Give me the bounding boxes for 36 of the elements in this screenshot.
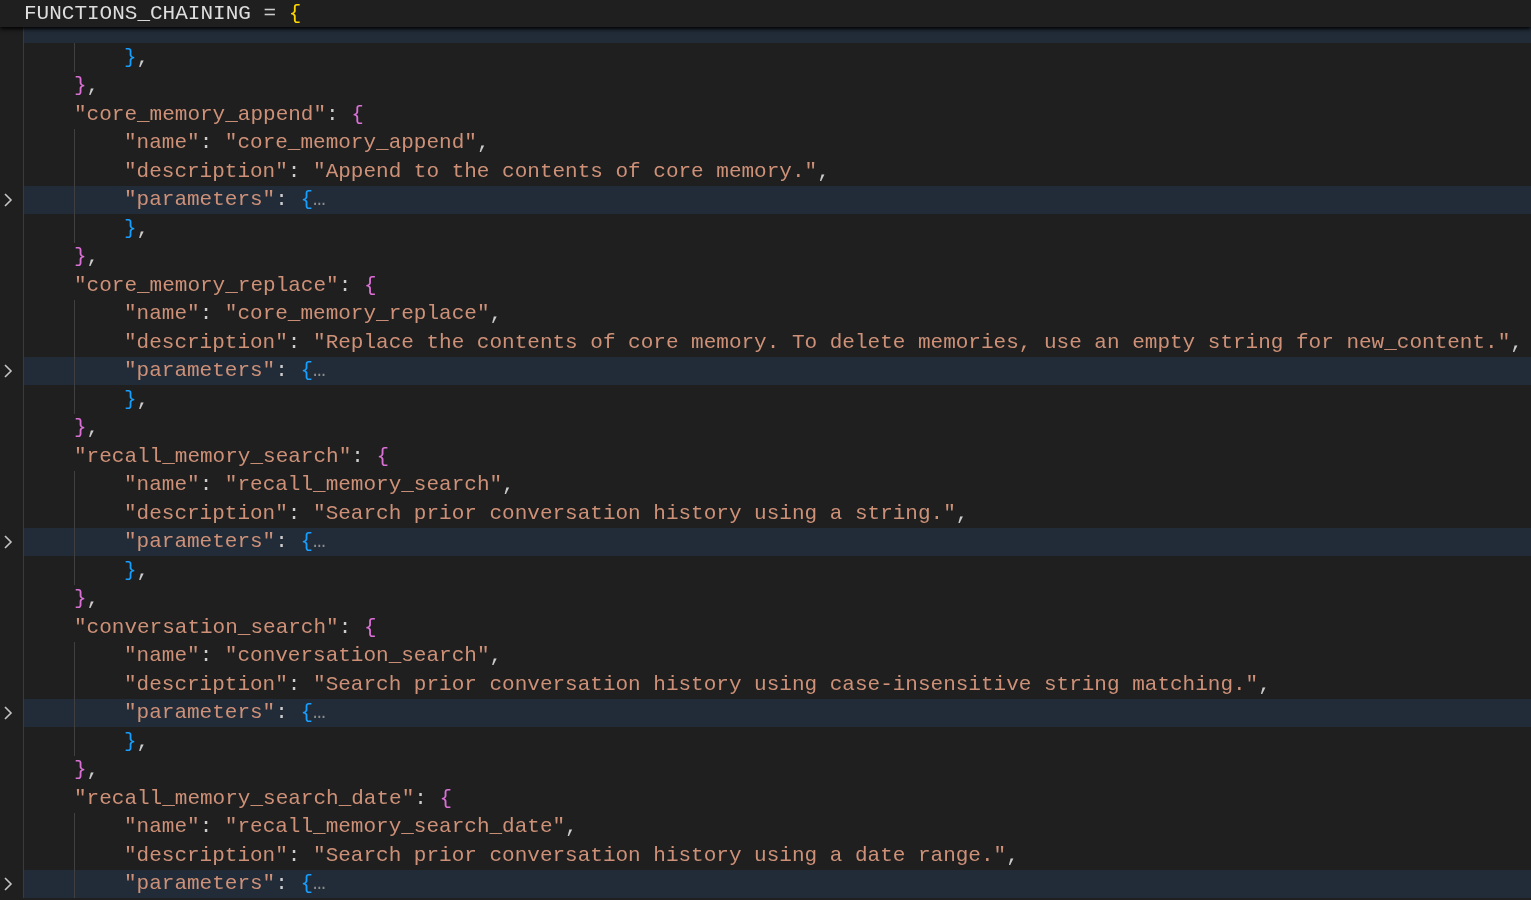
code-line: "description": "Search prior conversation history using a string.", xyxy=(124,500,969,526)
code-line: "description": "Replace the contents of core memory. To delete memories, use an empty string for new_content.", xyxy=(124,329,1523,355)
code-line: }, xyxy=(124,44,150,70)
code-line: "name": "conversation_search", xyxy=(124,643,503,669)
code-line: }, xyxy=(124,557,150,583)
code-line: "core_memory_append": { xyxy=(74,101,364,127)
code-line: "name": "recall_memory_search_date", xyxy=(124,814,578,840)
code-line: "name": "recall_memory_search", xyxy=(124,472,515,498)
code-line: }, xyxy=(74,586,100,612)
code-line: }, xyxy=(74,415,100,441)
fold-chevron-icon[interactable] xyxy=(2,703,14,722)
sticky-code-line: FUNCTIONS_CHAINING = { xyxy=(24,0,302,27)
code-line: }, xyxy=(74,244,100,270)
fold-chevron-icon[interactable] xyxy=(2,190,14,209)
code-line: "description": "Append to the contents of core memory.", xyxy=(124,158,830,184)
code-line: "parameters": {… xyxy=(124,700,326,726)
code-line: "parameters": {… xyxy=(124,358,326,384)
code-line: "recall_memory_search": { xyxy=(74,443,390,469)
code-line: }, xyxy=(124,728,150,754)
fold-chevron-icon[interactable] xyxy=(2,361,14,380)
code-line: "description": "Search prior conversation history using case-insensitive string matching.", xyxy=(124,671,1271,697)
code-line: "name": "core_memory_replace", xyxy=(124,301,503,327)
code-line: "core_memory_replace": { xyxy=(74,272,377,298)
code-line: "description": "Search prior conversation history using a date range.", xyxy=(124,842,1019,868)
fold-chevron-icon[interactable] xyxy=(2,532,14,551)
code-line: "recall_memory_search_date": { xyxy=(74,785,453,811)
code-line: }, xyxy=(74,757,100,783)
code-line: "parameters": {… xyxy=(124,187,326,213)
code-line: }, xyxy=(74,73,100,99)
code-line: "parameters": {… xyxy=(124,529,326,555)
code-line: "parameters": {… xyxy=(124,871,326,897)
code-line: }, xyxy=(124,215,150,241)
code-line: }, xyxy=(124,386,150,412)
fold-chevron-icon[interactable] xyxy=(2,874,14,893)
code-line: "name": "core_memory_append", xyxy=(124,130,490,156)
code-line: "conversation_search": { xyxy=(74,614,377,640)
